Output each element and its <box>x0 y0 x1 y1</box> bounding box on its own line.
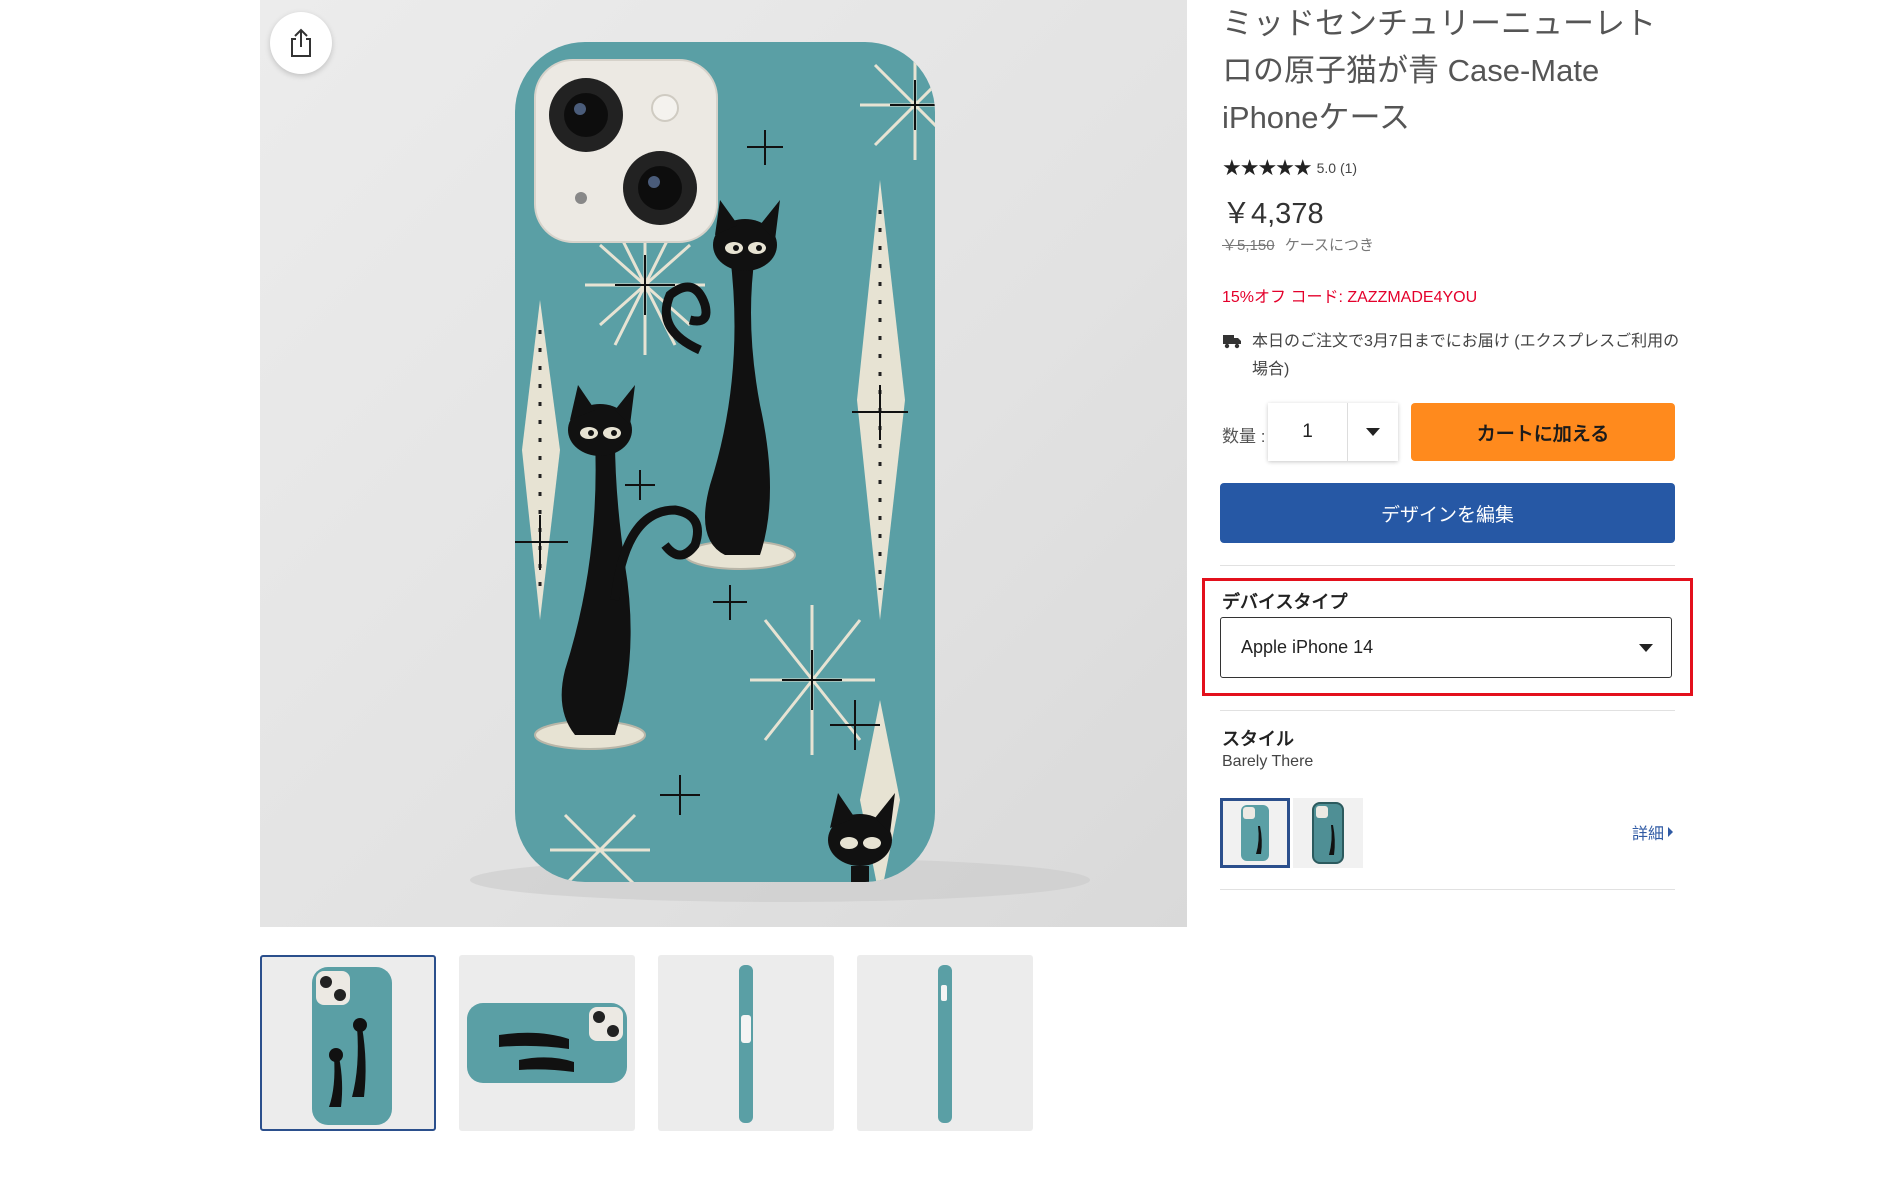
thumbnail-side-right[interactable] <box>857 955 1033 1131</box>
product-rating[interactable]: ★★★★★ 5.0 (1) <box>1222 155 1357 181</box>
original-price-row: ￥5,150 ケースにつき <box>1222 234 1374 255</box>
details-label: 詳細 <box>1632 826 1665 843</box>
discount-code: 15%オフ コード: ZAZZMADE4YOU <box>1222 289 1478 306</box>
delivery-text: 本日のご注文で3月7日までにお届け (エクスプレスご利用の場合) <box>1252 333 1680 378</box>
quantity-value[interactable]: 1 <box>1268 403 1348 461</box>
thumbnail-front[interactable] <box>260 955 436 1131</box>
device-type-value: Apple iPhone 14 <box>1241 637 1374 657</box>
add-to-cart-button[interactable]: カートに加える <box>1411 403 1675 461</box>
style-swatch-image <box>1241 805 1269 861</box>
truck-icon <box>1223 335 1241 349</box>
thumbnail-landscape-image <box>467 1003 627 1083</box>
device-type-label: デバイスタイプ <box>1222 592 1348 612</box>
divider <box>1220 710 1675 711</box>
quantity-label: 数量 : <box>1222 427 1266 446</box>
style-swatch-image <box>1312 802 1344 864</box>
main-product-image <box>260 0 1187 927</box>
per-unit-label: ケースにつき <box>1284 237 1374 254</box>
thumbnail-back-landscape[interactable] <box>459 955 635 1131</box>
style-value: Barely There <box>1222 753 1314 770</box>
quantity-select[interactable]: 1 <box>1268 403 1398 461</box>
divider <box>1220 565 1675 566</box>
quantity-dropdown-toggle[interactable] <box>1348 428 1398 436</box>
thumbnail-side-left-image <box>739 965 753 1123</box>
chevron-right-icon <box>1668 827 1674 837</box>
thumbnail-side-left[interactable] <box>658 955 834 1131</box>
thumbnail-front-image <box>312 967 392 1125</box>
delivery-info: 本日のご注文で3月7日までにお届け (エクスプレスご利用の場合) <box>1222 328 1682 384</box>
style-swatch-tough[interactable] <box>1293 798 1363 868</box>
phone-case-artwork <box>470 42 1090 902</box>
style-swatch-barely-there[interactable] <box>1220 798 1290 868</box>
device-type-select[interactable]: Apple iPhone 14 <box>1220 617 1672 678</box>
chevron-down-icon <box>1366 428 1380 436</box>
style-label: スタイル <box>1222 729 1294 749</box>
rating-text: 5.0 (1) <box>1316 160 1358 176</box>
share-icon <box>291 28 311 57</box>
chevron-down-icon <box>1639 643 1653 652</box>
style-details-link[interactable]: 詳細 <box>1632 820 1674 844</box>
divider <box>1220 889 1675 890</box>
edit-design-button[interactable]: デザインを編集 <box>1220 483 1675 543</box>
original-price: ￥5,150 <box>1222 237 1275 254</box>
thumbnail-side-right-image <box>938 965 952 1123</box>
product-title: ミッドセンチュリーニューレトロの原子猫が青 Case-Mate iPhoneケー… <box>1222 6 1656 135</box>
rating-stars: ★★★★★ <box>1222 155 1313 180</box>
product-price: ￥4,378 <box>1222 198 1324 230</box>
share-button[interactable] <box>270 12 332 74</box>
